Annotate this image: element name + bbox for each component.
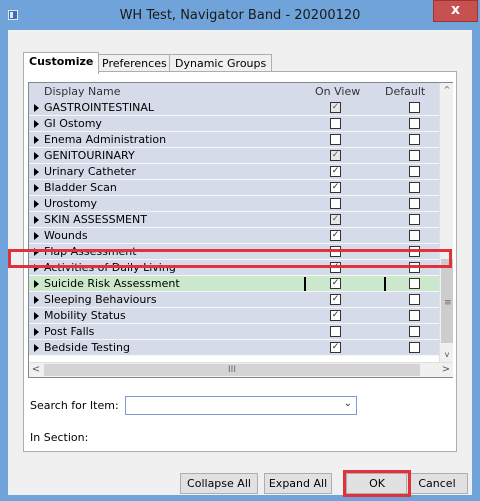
default-open-checkbox[interactable]: [409, 326, 420, 337]
row-label: Bladder Scan: [44, 181, 117, 194]
row-label: Urinary Catheter: [44, 165, 136, 178]
expand-arrow-icon[interactable]: [34, 200, 39, 208]
expand-arrow-icon[interactable]: [34, 136, 39, 144]
search-combobox[interactable]: ⌄: [125, 396, 357, 415]
default-open-checkbox[interactable]: [409, 294, 420, 305]
tab-customize[interactable]: Customize: [23, 52, 100, 74]
row-label: GI Ostomy: [44, 117, 102, 130]
expand-arrow-icon[interactable]: [34, 312, 39, 320]
list-item[interactable]: Mobility Status ✓: [29, 308, 439, 324]
expand-arrow-icon[interactable]: [34, 296, 39, 304]
row-label: Bedside Testing: [44, 341, 131, 354]
on-view-checkbox[interactable]: [330, 134, 341, 145]
header-display-name[interactable]: Display Name: [44, 85, 121, 98]
default-open-checkbox[interactable]: [409, 166, 420, 177]
default-open-checkbox[interactable]: [409, 230, 420, 241]
list-item[interactable]: GENITOURINARY ✓: [29, 148, 439, 164]
list-item[interactable]: GI Ostomy: [29, 116, 439, 132]
list-item[interactable]: Urinary Catheter ✓: [29, 164, 439, 180]
header-on-view[interactable]: On View: [315, 85, 360, 98]
cancel-button[interactable]: Cancel: [406, 473, 468, 494]
row-label: Wounds: [44, 229, 88, 242]
list-item[interactable]: Urostomy: [29, 196, 439, 212]
expand-all-button[interactable]: Expand All: [264, 473, 332, 494]
row-label: GENITOURINARY: [44, 149, 135, 162]
default-open-checkbox[interactable]: [409, 118, 420, 129]
default-open-checkbox[interactable]: [409, 342, 420, 353]
search-label: Search for Item:: [30, 399, 119, 412]
close-button[interactable]: x: [433, 0, 478, 22]
list-item[interactable]: Suicide Risk Assessment ✓: [29, 276, 439, 292]
expand-arrow-icon[interactable]: [34, 120, 39, 128]
scroll-up-icon[interactable]: ^: [440, 83, 454, 97]
column-resize-marker: [304, 277, 306, 291]
row-label: GASTROINTESTINAL: [44, 101, 155, 114]
list-item[interactable]: GASTROINTESTINAL ✓: [29, 100, 439, 116]
vertical-scroll-thumb[interactable]: ≡: [441, 259, 453, 343]
on-view-checkbox[interactable]: ✓: [330, 182, 341, 193]
default-open-checkbox[interactable]: [409, 182, 420, 193]
row-label: Sleeping Behaviours: [44, 293, 157, 306]
on-view-checkbox[interactable]: ✓: [330, 310, 341, 321]
list-item[interactable]: Sleeping Behaviours ✓: [29, 292, 439, 308]
default-open-checkbox[interactable]: [409, 102, 420, 113]
default-open-checkbox[interactable]: [409, 278, 420, 289]
row-label: Post Falls: [44, 325, 95, 338]
row-label: Mobility Status: [44, 309, 126, 322]
band-list[interactable]: Display Name On View Default Open GASTRO…: [28, 82, 453, 378]
row-label: Suicide Risk Assessment: [44, 277, 180, 290]
default-open-checkbox[interactable]: [409, 134, 420, 145]
on-view-checkbox[interactable]: ✓: [330, 278, 341, 289]
vertical-scrollbar[interactable]: ^ ≡ v: [439, 83, 453, 362]
scroll-right-icon[interactable]: >: [439, 363, 453, 378]
list-item[interactable]: SKIN ASSESSMENT ✓: [29, 212, 439, 228]
chevron-down-icon[interactable]: ⌄: [344, 398, 352, 409]
list-item[interactable]: Post Falls: [29, 324, 439, 340]
on-view-checkbox[interactable]: ✓: [330, 294, 341, 305]
on-view-checkbox[interactable]: [330, 118, 341, 129]
default-open-checkbox[interactable]: [409, 214, 420, 225]
on-view-checkbox[interactable]: [330, 326, 341, 337]
default-open-checkbox[interactable]: [409, 198, 420, 209]
list-item[interactable]: Bedside Testing ✓: [29, 340, 439, 356]
default-open-checkbox[interactable]: [409, 310, 420, 321]
on-view-checkbox[interactable]: ✓: [330, 166, 341, 177]
expand-arrow-icon[interactable]: [34, 280, 39, 288]
scroll-left-icon[interactable]: <: [29, 363, 43, 378]
expand-arrow-icon[interactable]: [34, 216, 39, 224]
on-view-checkbox[interactable]: [330, 198, 341, 209]
expand-arrow-icon[interactable]: [34, 168, 39, 176]
expand-arrow-icon[interactable]: [34, 232, 39, 240]
expand-arrow-icon[interactable]: [34, 344, 39, 352]
list-item[interactable]: Bladder Scan ✓: [29, 180, 439, 196]
on-view-checkbox[interactable]: ✓: [330, 214, 341, 225]
in-section-label: In Section:: [30, 431, 89, 444]
horizontal-scroll-thumb[interactable]: III: [44, 364, 420, 376]
row-label: SKIN ASSESSMENT: [44, 213, 147, 226]
collapse-all-button[interactable]: Collapse All: [180, 473, 258, 494]
horizontal-scrollbar[interactable]: < III >: [29, 362, 453, 377]
expand-arrow-icon[interactable]: [34, 152, 39, 160]
on-view-checkbox[interactable]: ✓: [330, 342, 341, 353]
ok-highlight-outline: [343, 470, 411, 497]
row-label: Urostomy: [44, 197, 98, 210]
on-view-checkbox[interactable]: ✓: [330, 150, 341, 161]
expand-arrow-icon[interactable]: [34, 184, 39, 192]
list-item[interactable]: Enema Administration: [29, 132, 439, 148]
on-view-checkbox[interactable]: ✓: [330, 230, 341, 241]
expand-arrow-icon[interactable]: [34, 328, 39, 336]
row-label: Enema Administration: [44, 133, 167, 146]
list-item[interactable]: Wounds ✓: [29, 228, 439, 244]
column-resize-marker: [384, 277, 386, 291]
title-bar: WH Test, Navigator Band - 20200120 x: [0, 0, 480, 30]
expand-arrow-icon[interactable]: [34, 104, 39, 112]
highlight-outline: [8, 249, 452, 268]
default-open-checkbox[interactable]: [409, 150, 420, 161]
on-view-checkbox[interactable]: ✓: [330, 102, 341, 113]
window-title: WH Test, Navigator Band - 20200120: [119, 8, 361, 23]
list-header: Display Name On View Default Open: [29, 83, 439, 111]
scroll-grip-icon: ≡: [444, 298, 452, 308]
scroll-down-icon[interactable]: v: [440, 348, 454, 362]
